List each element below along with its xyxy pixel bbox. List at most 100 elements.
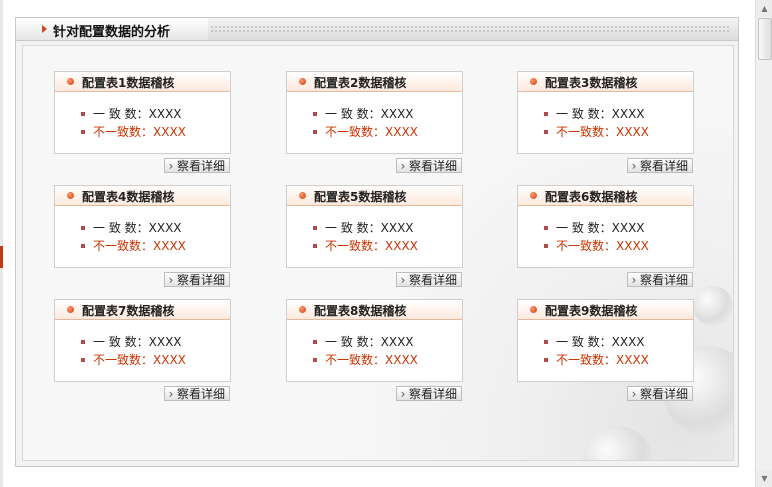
view-details-label: 察看详细 (177, 159, 226, 173)
square-bullet-icon (544, 129, 548, 134)
view-details-button[interactable]: › 察看详细 (164, 158, 230, 173)
consistent-count-row: 一 致 数：XXXX (81, 105, 182, 122)
card-box: 配置表3数据稽核 一 致 数：XXXX 不一致数：XXXX (517, 71, 694, 154)
card-box: 配置表2数据稽核 一 致 数：XXXX 不一致数：XXXX (286, 71, 463, 154)
panel-header: 针对配置数据的分析 (16, 18, 738, 41)
view-details-label: 察看详细 (177, 387, 226, 401)
chevron-right-icon: › (631, 387, 637, 401)
consistent-count-row: 一 致 数：XXXX (544, 219, 645, 236)
orange-dot-icon (530, 192, 537, 199)
card-title: 配置表2数据稽核 (314, 76, 407, 90)
view-details-label: 察看详细 (409, 387, 458, 401)
inconsistent-label: 不一致数： (325, 353, 386, 367)
consistent-count-row: 一 致 数：XXXX (81, 333, 182, 350)
consistent-value: XXXX (380, 221, 414, 235)
panel-title: 针对配置数据的分析 (53, 25, 171, 40)
square-bullet-icon (544, 339, 548, 344)
view-details-label: 察看详细 (640, 159, 689, 173)
decorative-sphere (583, 426, 653, 460)
vertical-scrollbar[interactable]: ▲ ▼ (755, 0, 772, 487)
square-bullet-icon (81, 111, 85, 116)
card-header: 配置表8数据稽核 (287, 300, 462, 320)
inconsistent-value: XXXX (616, 125, 649, 139)
orange-dot-icon (299, 78, 306, 85)
consistent-label: 一 致 数： (93, 221, 149, 235)
inconsistent-count-row: 不一致数：XXXX (81, 351, 186, 368)
inconsistent-value: XXXX (385, 125, 418, 139)
square-bullet-icon (81, 243, 85, 248)
square-bullet-icon (81, 129, 85, 134)
view-details-button[interactable]: › 察看详细 (164, 272, 230, 287)
header-dot-pattern (210, 25, 730, 34)
card-box: 配置表9数据稽核 一 致 数：XXXX 不一致数：XXXX (517, 299, 694, 382)
chevron-right-icon: › (631, 273, 637, 287)
inconsistent-label: 不一致数： (93, 353, 154, 367)
inconsistent-label: 不一致数： (325, 239, 386, 253)
inconsistent-count-row: 不一致数：XXXX (81, 237, 186, 254)
consistent-label: 一 致 数： (325, 107, 381, 121)
audit-card-4: 配置表4数据稽核 一 致 数：XXXX 不一致数：XXXX › 察看详细 (54, 185, 231, 287)
view-details-button[interactable]: › 察看详细 (627, 386, 693, 401)
card-header: 配置表6数据稽核 (518, 186, 693, 206)
left-edge-marker (0, 246, 3, 268)
consistent-label: 一 致 数： (556, 221, 612, 235)
audit-card-1: 配置表1数据稽核 一 致 数：XXXX 不一致数：XXXX › 察看详细 (54, 71, 231, 173)
consistent-count-row: 一 致 数：XXXX (81, 219, 182, 236)
card-header: 配置表1数据稽核 (55, 72, 230, 92)
consistent-count-row: 一 致 数：XXXX (313, 219, 414, 236)
consistent-value: XXXX (148, 335, 182, 349)
view-details-label: 察看详细 (177, 273, 226, 287)
consistent-value: XXXX (148, 221, 182, 235)
consistent-value: XXXX (380, 107, 414, 121)
inconsistent-count-row: 不一致数：XXXX (313, 351, 418, 368)
inconsistent-value: XXXX (153, 239, 186, 253)
decorative-sphere (693, 286, 733, 326)
chevron-right-icon: › (168, 273, 174, 287)
inconsistent-count-row: 不一致数：XXXX (544, 123, 649, 140)
square-bullet-icon (81, 225, 85, 230)
scrollbar-thumb[interactable] (758, 18, 772, 60)
panel-content: 配置表1数据稽核 一 致 数：XXXX 不一致数：XXXX › 察看详细 配置表2… (22, 45, 734, 461)
view-details-label: 察看详细 (409, 273, 458, 287)
inconsistent-count-row: 不一致数：XXXX (544, 237, 649, 254)
square-bullet-icon (313, 357, 317, 362)
square-bullet-icon (544, 243, 548, 248)
orange-dot-icon (530, 306, 537, 313)
card-header: 配置表3数据稽核 (518, 72, 693, 92)
inconsistent-count-row: 不一致数：XXXX (81, 123, 186, 140)
card-box: 配置表6数据稽核 一 致 数：XXXX 不一致数：XXXX (517, 185, 694, 268)
consistent-count-row: 一 致 数：XXXX (313, 333, 414, 350)
view-details-button[interactable]: › 察看详细 (396, 386, 462, 401)
consistent-count-row: 一 致 数：XXXX (313, 105, 414, 122)
view-details-button[interactable]: › 察看详细 (396, 272, 462, 287)
consistent-value: XXXX (611, 107, 645, 121)
orange-dot-icon (299, 192, 306, 199)
inconsistent-label: 不一致数： (325, 125, 386, 139)
view-details-button[interactable]: › 察看详细 (627, 158, 693, 173)
card-title: 配置表1数据稽核 (82, 76, 175, 90)
square-bullet-icon (313, 243, 317, 248)
consistent-value: XXXX (148, 107, 182, 121)
inconsistent-value: XXXX (616, 239, 649, 253)
audit-card-3: 配置表3数据稽核 一 致 数：XXXX 不一致数：XXXX › 察看详细 (517, 71, 694, 173)
view-details-label: 察看详细 (640, 387, 689, 401)
audit-card-9: 配置表9数据稽核 一 致 数：XXXX 不一致数：XXXX › 察看详细 (517, 299, 694, 401)
view-details-button[interactable]: › 察看详细 (164, 386, 230, 401)
view-details-button[interactable]: › 察看详细 (627, 272, 693, 287)
chevron-right-icon: › (400, 159, 406, 173)
scroll-down-arrow-icon[interactable]: ▼ (756, 470, 772, 487)
consistent-count-row: 一 致 数：XXXX (544, 105, 645, 122)
consistent-label: 一 致 数： (93, 107, 149, 121)
card-header: 配置表5数据稽核 (287, 186, 462, 206)
orange-dot-icon (299, 306, 306, 313)
orange-dot-icon (67, 306, 74, 313)
inconsistent-value: XXXX (153, 353, 186, 367)
view-details-label: 察看详细 (640, 273, 689, 287)
card-title: 配置表9数据稽核 (545, 304, 638, 318)
view-details-button[interactable]: › 察看详细 (396, 158, 462, 173)
scroll-up-arrow-icon[interactable]: ▲ (756, 0, 772, 17)
card-title: 配置表5数据稽核 (314, 190, 407, 204)
inconsistent-count-row: 不一致数：XXXX (313, 123, 418, 140)
inconsistent-value: XXXX (385, 239, 418, 253)
card-title: 配置表4数据稽核 (82, 190, 175, 204)
